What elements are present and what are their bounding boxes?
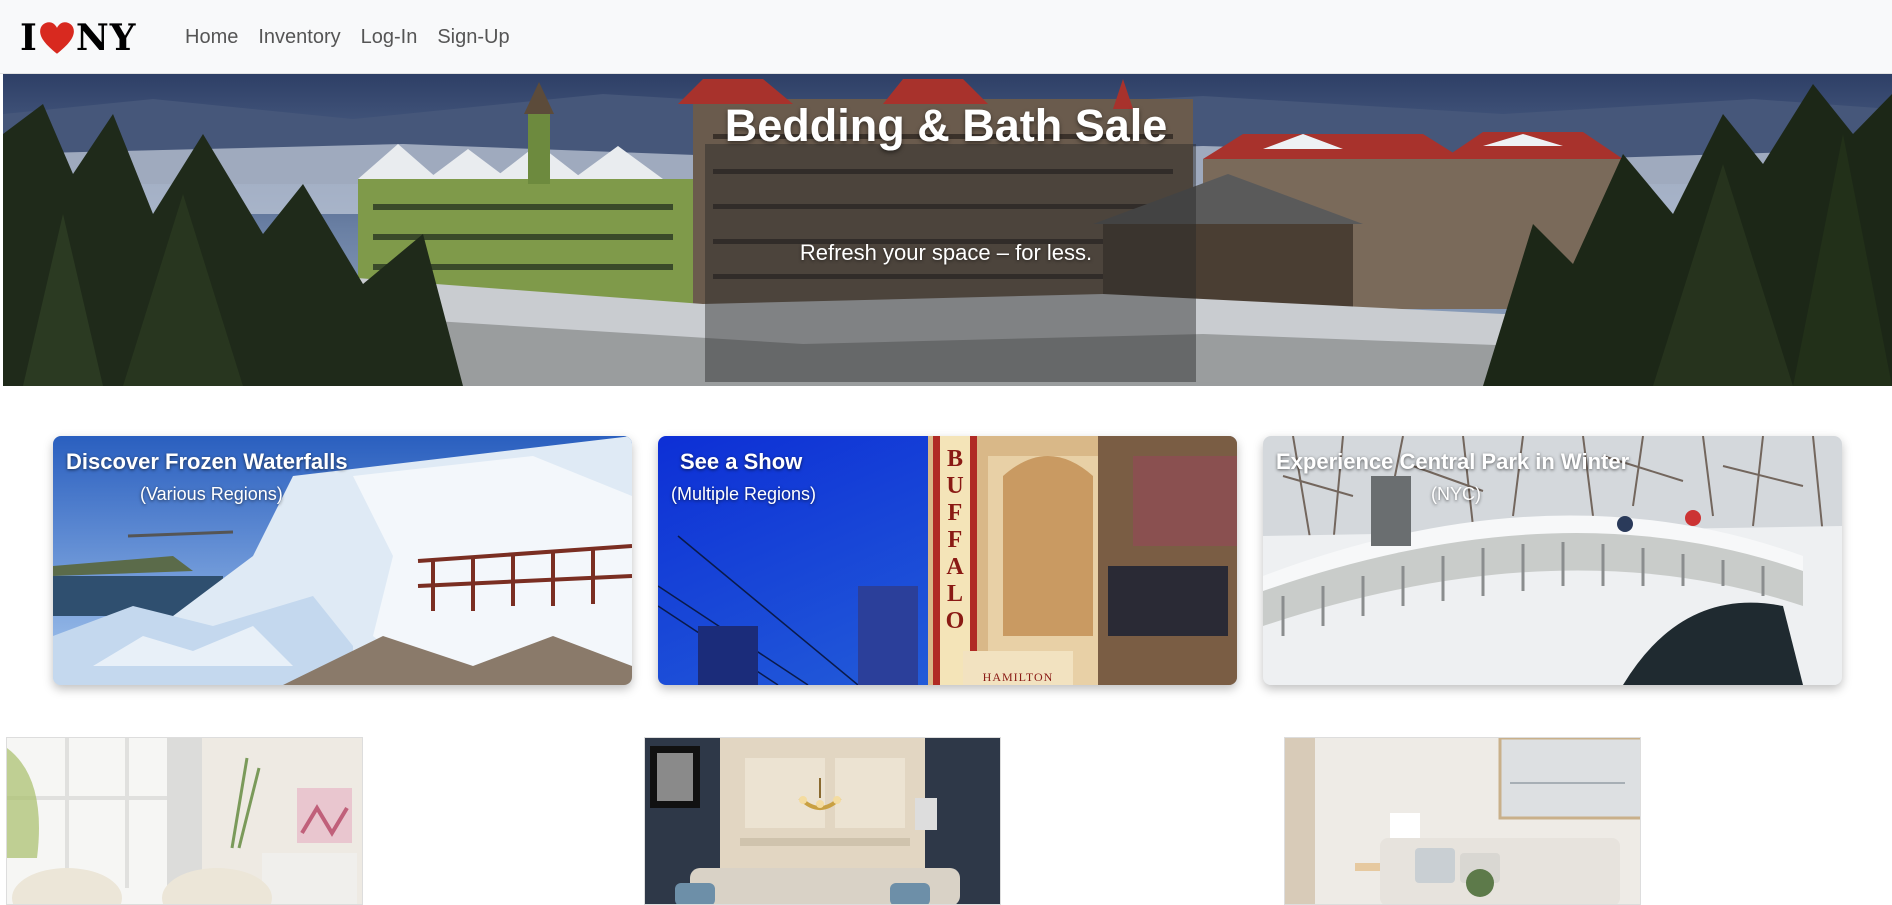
product-thumbnail-living-room[interactable] [6, 737, 363, 905]
card-subtitle: (NYC) [1431, 484, 1481, 504]
living-room-image [7, 738, 362, 904]
marquee-text: HAMILTON [983, 670, 1054, 684]
sign-letter: O [946, 608, 965, 634]
brand-logo[interactable]: I NY [20, 17, 137, 59]
nav-signup-link[interactable]: Sign-Up [437, 26, 509, 49]
card-subtitle: (Various Regions) [140, 484, 283, 504]
nav-links: Home Inventory Log-In Sign-Up [185, 26, 510, 49]
heart-icon [39, 22, 74, 54]
card-subtitle: (Multiple Regions) [671, 484, 817, 504]
sign-letter: L [947, 581, 963, 607]
hero-title: Bedding & Bath Sale [724, 100, 1168, 151]
nav-home-link[interactable]: Home [185, 26, 238, 49]
card-central-park-winter[interactable]: Experience Central Park in Winter (NYC) [1263, 436, 1842, 685]
hero-subtitle: Refresh your space – for less. [799, 240, 1093, 265]
sign-letter: B [947, 446, 963, 472]
dining-room-image [645, 738, 1000, 904]
sign-letter: U [946, 473, 963, 499]
nav-login-link[interactable]: Log-In [361, 26, 418, 49]
product-thumbnail-sitting-room[interactable] [1284, 737, 1641, 905]
sign-letter: A [946, 554, 964, 580]
card-see-a-show[interactable]: HAMILTON BUFFALO See a Show (Multiple Re… [658, 436, 1237, 685]
sign-letter: F [948, 500, 963, 526]
card-title: Experience Central Park in Winter [1276, 449, 1630, 474]
nav-inventory-link[interactable]: Inventory [258, 26, 340, 49]
logo-letters-ny: NY [75, 17, 137, 59]
card-title: Discover Frozen Waterfalls [66, 449, 348, 474]
sitting-room-image [1285, 738, 1640, 904]
product-thumbnail-dining-room[interactable] [644, 737, 1001, 905]
navbar: I NY Home Inventory Log-In Sign-Up [0, 0, 1892, 74]
sign-letter: F [948, 527, 963, 553]
card-title: See a Show [680, 449, 803, 474]
logo-letter-i: I [20, 17, 38, 59]
card-frozen-waterfalls[interactable]: Discover Frozen Waterfalls (Various Regi… [53, 436, 632, 685]
